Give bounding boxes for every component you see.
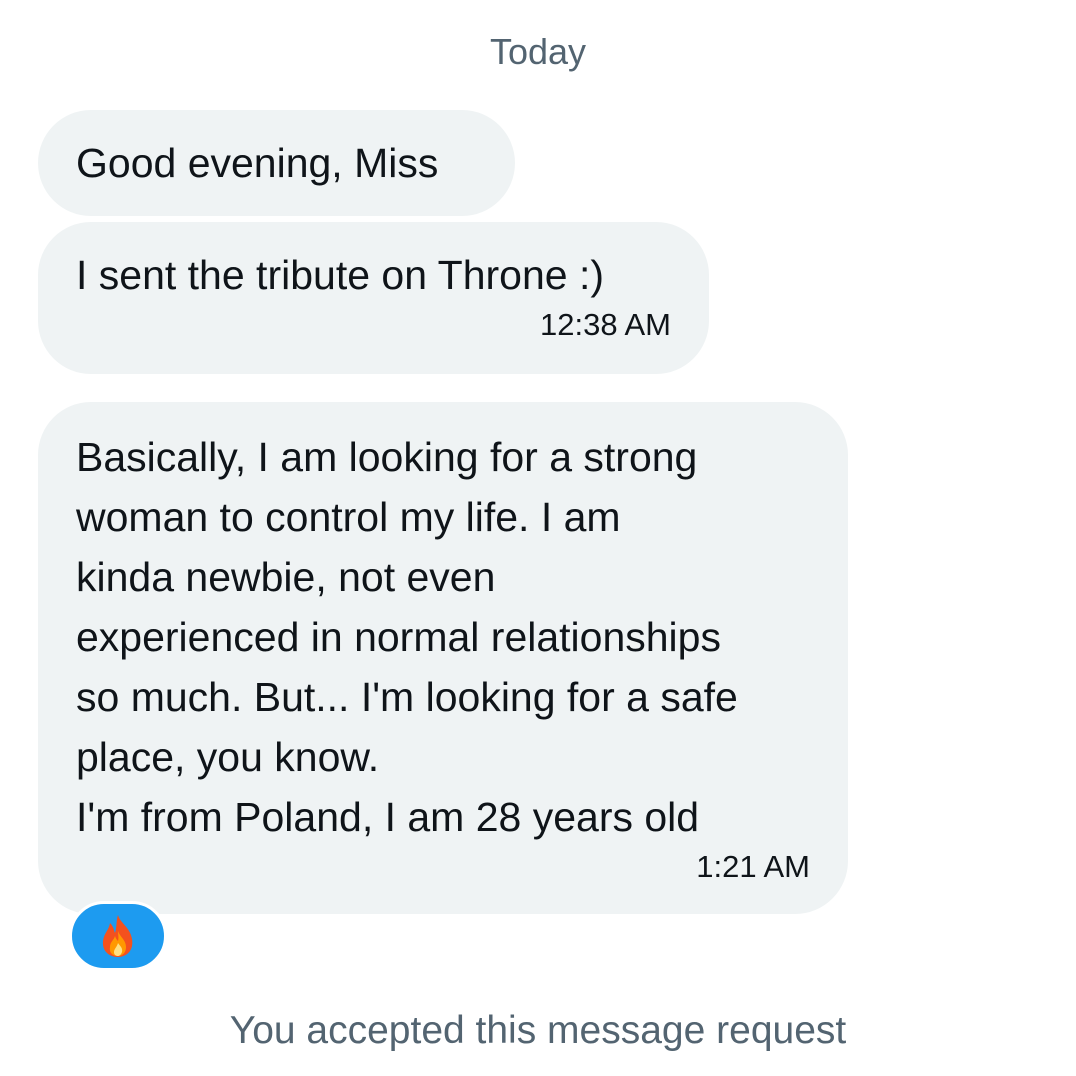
message-request-status: You accepted this message request bbox=[229, 1009, 847, 1052]
message-bubble[interactable]: Basically, I am looking for a strong wom… bbox=[38, 402, 848, 914]
message-bubble[interactable]: I sent the tribute on Throne :) 12:38 AM bbox=[38, 222, 709, 374]
message-timestamp: 1:21 AM bbox=[696, 849, 810, 884]
message-text: Basically, I am looking for a strong wom… bbox=[76, 434, 738, 840]
date-divider: Today bbox=[489, 31, 587, 72]
message-text: Good evening, Miss bbox=[76, 140, 439, 186]
message-bubble[interactable]: Good evening, Miss bbox=[38, 110, 515, 216]
message-text: I sent the tribute on Throne :) bbox=[76, 252, 604, 298]
reaction-badge[interactable] bbox=[69, 901, 167, 971]
message-timestamp: 12:38 AM bbox=[540, 307, 671, 342]
fire-icon bbox=[98, 913, 138, 959]
